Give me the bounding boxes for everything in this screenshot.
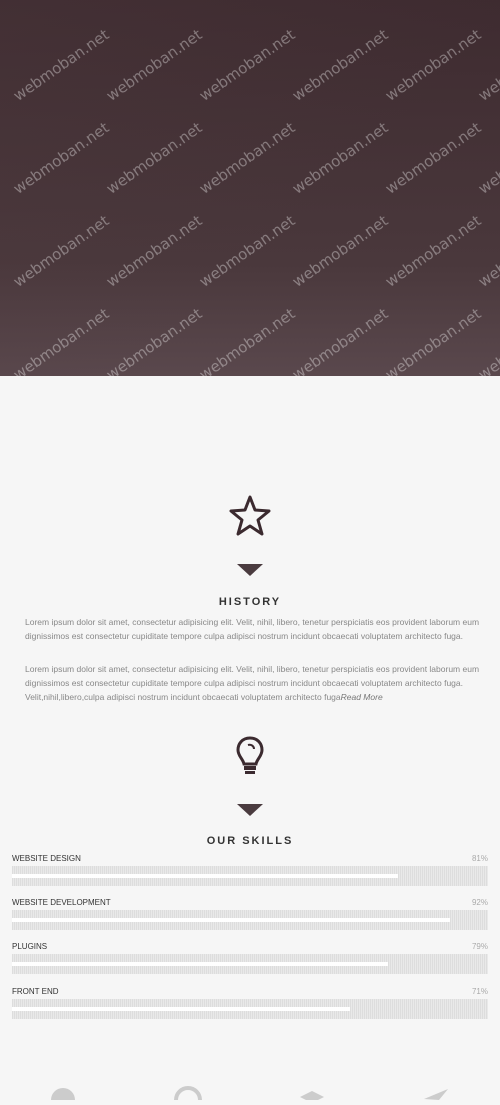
skill-row: FRONT END 71%: [12, 987, 488, 1027]
watermark-text: webmoban.net: [289, 304, 392, 376]
watermark-text: webmoban.net: [103, 211, 206, 291]
star-icon: [0, 494, 500, 543]
watermark-text: webmoban.net: [196, 25, 299, 105]
skill-bar-fill: [12, 874, 398, 878]
watermark-text: webmoban.net: [475, 304, 500, 376]
skill-label: WEBSITE DESIGN: [12, 854, 81, 863]
lightbulb-icon: [0, 735, 500, 784]
watermark-text: webmoban.net: [196, 211, 299, 291]
watermark-text: webmoban.net: [196, 304, 299, 376]
skill-bar-track: [12, 910, 488, 930]
section-arrow: [237, 804, 263, 816]
skill-percent: 92%: [471, 898, 488, 907]
skill-bar-track: [12, 954, 488, 974]
skill-bar-fill: [12, 918, 450, 922]
watermark-text: webmoban.net: [10, 118, 113, 198]
graduation-cap-icon: [297, 1085, 327, 1103]
watermark-text: webmoban.net: [289, 118, 392, 198]
watermark-text: webmoban.net: [382, 118, 485, 198]
watermark-text: webmoban.net: [103, 304, 206, 376]
skill-percent: 71%: [471, 987, 488, 996]
watermark-text: webmoban.net: [289, 211, 392, 291]
skill-row: PLUGINS 79%: [12, 942, 488, 982]
history-paragraph-2: Lorem ipsum dolor sit amet, consectetur …: [25, 662, 480, 704]
skill-bar-track: [12, 999, 488, 1019]
main-content: HISTORY Lorem ipsum dolor sit amet, cons…: [0, 376, 500, 1100]
skill-label: WEBSITE DEVELOPMENT: [12, 898, 111, 907]
paper-plane-icon: [421, 1085, 451, 1100]
watermark-text: webmoban.net: [382, 211, 485, 291]
skill-label: FRONT END: [12, 987, 59, 996]
skill-bar-track: [12, 866, 488, 886]
history-title: HISTORY: [218, 596, 282, 608]
skill-row: WEBSITE DEVELOPMENT 92%: [12, 898, 488, 938]
watermark-text: webmoban.net: [10, 304, 113, 376]
skill-row: WEBSITE DESIGN 81%: [12, 854, 488, 894]
watermark-layer: webmoban.net webmoban.net webmoban.net webm…: [0, 0, 500, 376]
watermark-text: webmoban.net: [103, 118, 206, 198]
section-arrow: [237, 564, 263, 576]
skill-bar-fill: [12, 1007, 350, 1011]
history-paragraph-1: Lorem ipsum dolor sit amet, consectetur …: [25, 617, 480, 641]
hero-banner: webmoban.net webmoban.net webmoban.net webm…: [0, 0, 500, 376]
watermark-text: webmoban.net: [10, 25, 113, 105]
watermark-text: webmoban.net: [196, 118, 299, 198]
palette-icon: [48, 1085, 78, 1105]
history-paragraph-2-text: Lorem ipsum dolor sit amet, consectetur …: [25, 664, 480, 702]
skill-label: PLUGINS: [12, 942, 48, 951]
skills-title: OUR SKILLS: [206, 835, 294, 847]
watermark-text: webmoban.net: [289, 25, 392, 105]
support-icon: [173, 1085, 203, 1105]
watermark-text: webmoban.net: [382, 304, 485, 376]
services-icons-row: [0, 1085, 500, 1105]
skill-percent: 81%: [471, 854, 488, 863]
skill-bar-fill: [12, 962, 389, 966]
watermark-text: webmoban.net: [475, 211, 500, 291]
watermark-text: webmoban.net: [10, 211, 113, 291]
watermark-text: webmoban.net: [103, 25, 206, 105]
watermark-text: webmoban.net: [475, 118, 500, 198]
skill-percent: 79%: [471, 942, 488, 951]
watermark-text: webmoban.net: [382, 25, 485, 105]
watermark-text: webmoban.net: [475, 25, 500, 105]
read-more-link[interactable]: Read More: [341, 692, 383, 702]
